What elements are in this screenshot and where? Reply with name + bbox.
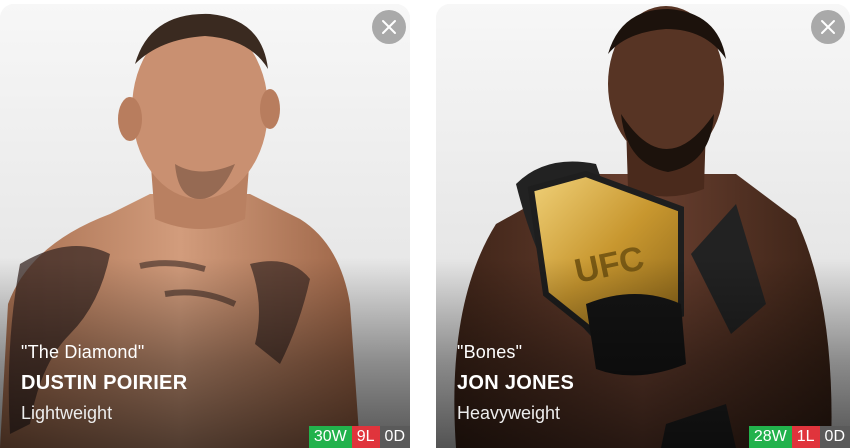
close-icon [821,20,835,34]
fighter-nickname: "The Diamond" [21,342,145,362]
fighter-card-jon-jones[interactable]: UFC "Bones" JON JONES Heavyweight 28W 1L… [436,4,850,448]
record-draws: 0D [379,426,410,448]
close-button[interactable] [811,10,845,44]
fighter-name: JON JONES [457,372,575,394]
close-button[interactable] [372,10,406,44]
record-draws: 0D [819,426,850,448]
fighter-record: 28W 1L 0D [748,426,850,448]
record-losses: 1L [791,426,820,448]
fighter-nickname: "Bones" [457,342,523,362]
record-wins: 30W [308,426,352,448]
fighter-division: Lightweight [21,403,113,423]
close-icon [382,20,396,34]
record-losses: 9L [351,426,380,448]
fighter-division: Heavyweight [457,403,561,423]
fighter-name: DUSTIN POIRIER [21,372,188,394]
record-wins: 28W [748,426,792,448]
fighter-record: 30W 9L 0D [308,426,410,448]
fighter-card-dustin-poirier[interactable]: "The Diamond" DUSTIN POIRIER Lightweight… [0,4,410,448]
